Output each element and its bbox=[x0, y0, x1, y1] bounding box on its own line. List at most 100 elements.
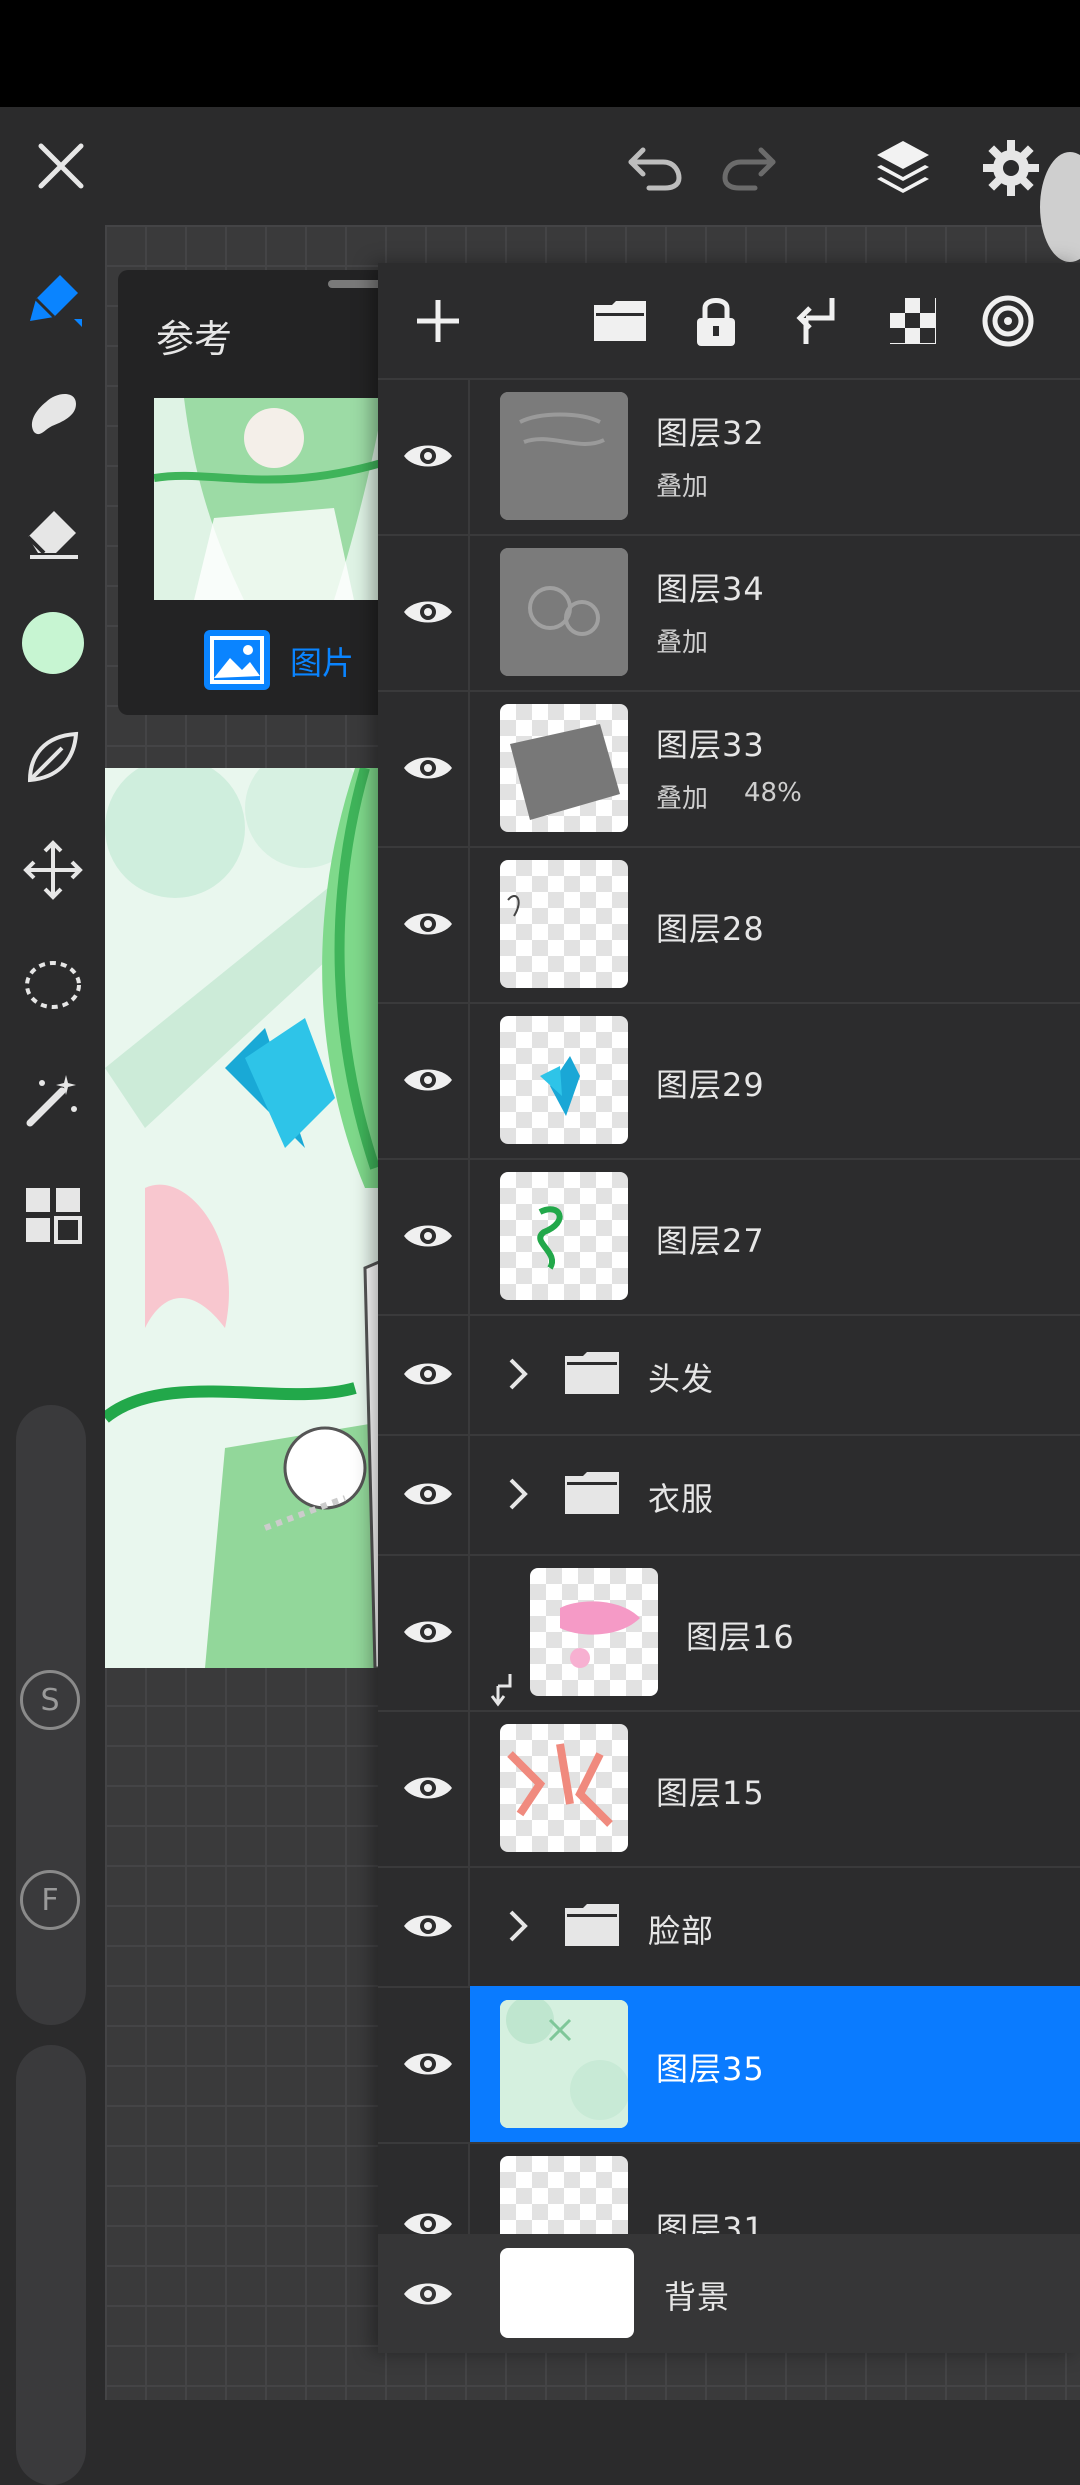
layer-name: 图层29 bbox=[656, 1066, 765, 1104]
divider bbox=[468, 846, 470, 1002]
redo-icon[interactable] bbox=[716, 137, 782, 197]
color-swatch[interactable] bbox=[18, 608, 88, 678]
leaf-brush-icon[interactable] bbox=[18, 722, 88, 792]
background-thumbnail bbox=[500, 2248, 634, 2338]
folder-icon bbox=[563, 1350, 621, 1396]
eye-icon[interactable] bbox=[398, 1768, 458, 1808]
smudge-icon[interactable] bbox=[18, 378, 88, 448]
layer-thumbnail bbox=[500, 2000, 628, 2128]
divider bbox=[468, 1314, 470, 1434]
s-button[interactable]: S bbox=[20, 1670, 80, 1730]
lock-icon[interactable] bbox=[686, 291, 746, 351]
folder-icon[interactable] bbox=[590, 291, 650, 351]
reference-title: 参考 bbox=[156, 317, 233, 361]
layer-opacity: 48% bbox=[744, 778, 802, 808]
reference-panel: 参考 图片 bbox=[118, 270, 398, 715]
layer-row[interactable]: 图层32 叠加 bbox=[378, 378, 1080, 536]
clip-arrow-icon bbox=[490, 1672, 514, 1708]
layer-row[interactable]: 图层28 bbox=[378, 846, 1080, 1004]
reference-image[interactable] bbox=[154, 398, 398, 600]
layer-row[interactable]: 图层15 bbox=[378, 1710, 1080, 1868]
folder-name: 衣服 bbox=[648, 1480, 715, 1518]
left-toolbar: S F bbox=[0, 225, 105, 2485]
layer-name: 图层15 bbox=[656, 1774, 765, 1812]
grid-tools-icon[interactable] bbox=[18, 1180, 88, 1250]
layer-row[interactable]: 图层33 叠加 48% bbox=[378, 690, 1080, 848]
eye-icon[interactable] bbox=[398, 1216, 458, 1256]
folder-name: 脸部 bbox=[648, 1912, 715, 1950]
blend-mode: 叠加 bbox=[656, 628, 709, 658]
divider bbox=[468, 378, 470, 534]
move-transform-icon[interactable] bbox=[18, 835, 88, 905]
layers-panel: 图层32 叠加 图层34 叠加 图层33 叠加 48% 图层28 图层29 图层… bbox=[378, 263, 1080, 2353]
folder-icon bbox=[563, 1470, 621, 1516]
divider bbox=[468, 1554, 470, 1710]
chevron-right-icon[interactable] bbox=[503, 1906, 533, 1946]
layer-row[interactable]: 图层29 bbox=[378, 1002, 1080, 1160]
eye-icon[interactable] bbox=[398, 1354, 458, 1394]
layer-folder-row[interactable]: 头发 bbox=[378, 1314, 1080, 1436]
background-layer-row[interactable]: 背景 bbox=[378, 2234, 1080, 2353]
eye-icon[interactable] bbox=[398, 436, 458, 476]
close-icon[interactable] bbox=[30, 135, 92, 197]
blend-mode: 叠加 bbox=[656, 784, 709, 814]
target-icon[interactable] bbox=[978, 291, 1038, 351]
blend-mode: 叠加 bbox=[656, 472, 709, 502]
layer-thumbnail bbox=[500, 1016, 628, 1144]
eye-icon[interactable] bbox=[398, 904, 458, 944]
layer-thumbnail bbox=[500, 1724, 628, 1852]
clipping-mask-icon[interactable] bbox=[786, 291, 846, 351]
add-layer-icon[interactable] bbox=[408, 291, 468, 351]
layer-thumbnail bbox=[500, 392, 628, 520]
eye-icon[interactable] bbox=[398, 592, 458, 632]
layers-icon[interactable] bbox=[868, 132, 938, 202]
eye-icon[interactable] bbox=[398, 1612, 458, 1652]
eye-icon[interactable] bbox=[398, 2274, 458, 2314]
eraser-icon[interactable] bbox=[18, 495, 88, 565]
layer-folder-row[interactable]: 衣服 bbox=[378, 1434, 1080, 1556]
layer-thumbnail bbox=[500, 860, 628, 988]
lasso-select-icon[interactable] bbox=[18, 950, 88, 1020]
f-button[interactable]: F bbox=[20, 1870, 80, 1930]
layer-name: 图层28 bbox=[656, 910, 765, 948]
layer-row[interactable]: 图层27 bbox=[378, 1158, 1080, 1316]
magic-wand-icon[interactable] bbox=[18, 1065, 88, 1135]
undo-icon[interactable] bbox=[622, 137, 688, 197]
layer-thumbnail bbox=[500, 548, 628, 676]
divider bbox=[468, 1866, 470, 1986]
chevron-right-icon[interactable] bbox=[503, 1474, 533, 1514]
image-icon[interactable] bbox=[204, 630, 270, 690]
layer-thumbnail bbox=[530, 1568, 658, 1696]
eye-icon[interactable] bbox=[398, 2044, 458, 2084]
folder-icon bbox=[563, 1902, 621, 1948]
divider bbox=[468, 1710, 470, 1866]
layer-name: 图层27 bbox=[656, 1222, 765, 1260]
eye-icon[interactable] bbox=[398, 1906, 458, 1946]
eye-icon[interactable] bbox=[398, 748, 458, 788]
chevron-right-icon[interactable] bbox=[503, 1354, 533, 1394]
status-bar bbox=[0, 0, 1080, 107]
divider bbox=[468, 1158, 470, 1314]
settings-gear-icon[interactable] bbox=[978, 135, 1044, 201]
layer-name: 图层34 bbox=[656, 570, 765, 608]
layer-row[interactable]: 图层34 叠加 bbox=[378, 534, 1080, 692]
divider bbox=[468, 1002, 470, 1158]
divider bbox=[468, 534, 470, 690]
brush-pen-icon[interactable] bbox=[18, 265, 88, 335]
layer-row-selected[interactable]: 图层35 bbox=[378, 1986, 1080, 2144]
layer-row[interactable]: 图层16 bbox=[378, 1554, 1080, 1712]
image-tab-label[interactable]: 图片 bbox=[290, 638, 354, 684]
folder-name: 头发 bbox=[648, 1360, 715, 1398]
eye-icon[interactable] bbox=[398, 1474, 458, 1514]
transparency-checker-icon[interactable] bbox=[883, 291, 943, 351]
divider bbox=[468, 690, 470, 846]
divider bbox=[468, 1434, 470, 1554]
eye-icon[interactable] bbox=[398, 1060, 458, 1100]
layer-thumbnail bbox=[500, 704, 628, 832]
layer-folder-row[interactable]: 脸部 bbox=[378, 1866, 1080, 1988]
top-toolbar bbox=[0, 107, 1080, 262]
layer-name: 图层33 bbox=[656, 726, 765, 764]
opacity-slider[interactable] bbox=[16, 2045, 86, 2485]
layer-name: 背景 bbox=[664, 2278, 731, 2316]
layer-name: 图层16 bbox=[686, 1618, 795, 1656]
